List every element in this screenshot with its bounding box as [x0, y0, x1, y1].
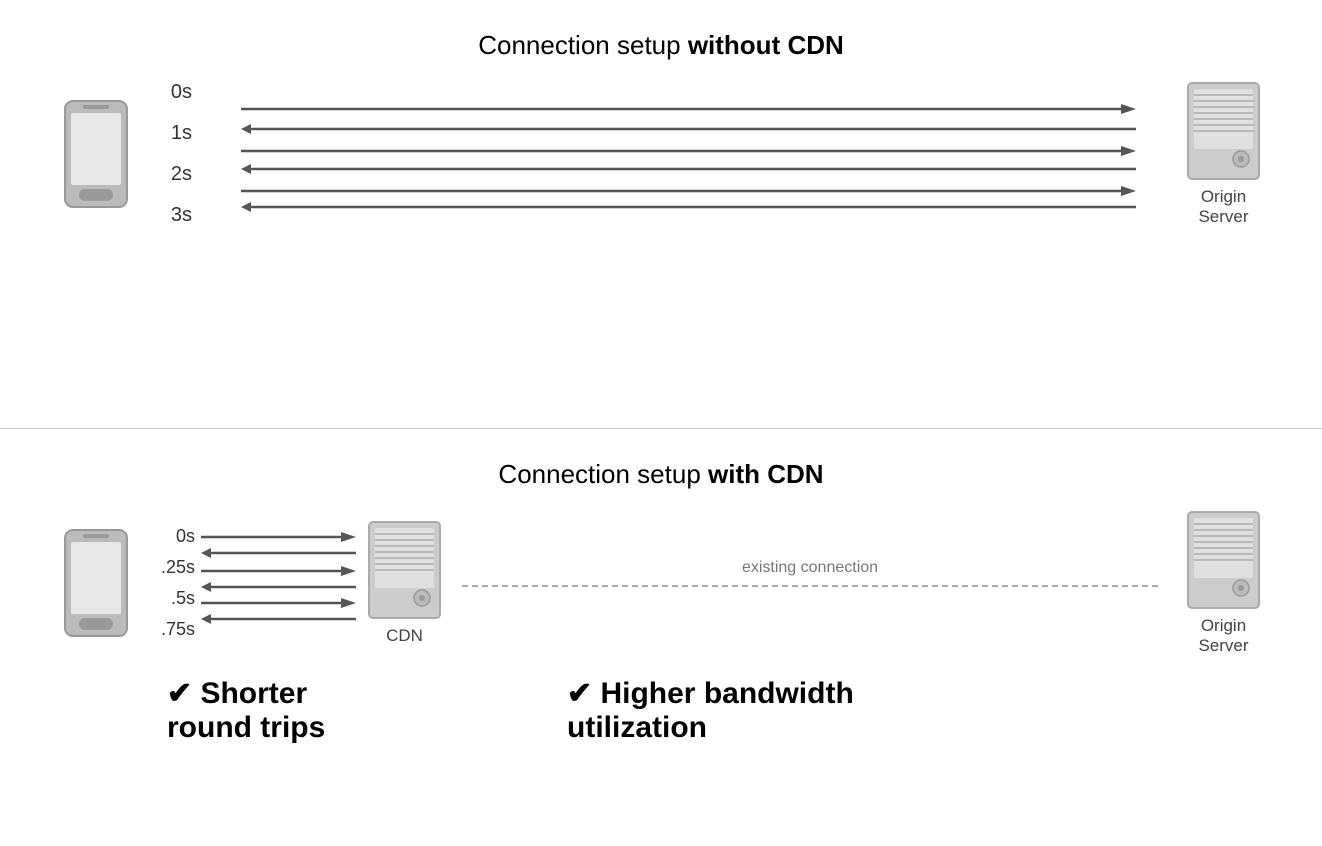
existing-connection-label: existing connection	[742, 559, 878, 577]
bottom-diagram-row: 0s .25s .5s .75s	[61, 510, 1261, 656]
origin-server-label-bottom: Origin Server	[1198, 616, 1248, 656]
server-icon-top	[1186, 81, 1261, 181]
phone-icon-top	[61, 99, 131, 209]
benefit-shorter-trips: ✔ Shorterround trips	[147, 666, 447, 755]
phone-wrapper-bottom	[61, 528, 131, 638]
phone-wrapper-top	[61, 99, 131, 209]
benefit-higher-bandwidth: ✔ Higher bandwidthutilization	[547, 666, 874, 755]
bottom-title-bold: with CDN	[708, 459, 824, 489]
dotted-line	[462, 585, 1158, 587]
top-time-labels: 0s 1s 2s 3s	[147, 81, 192, 227]
existing-connection-area: existing connection	[442, 559, 1178, 587]
origin-server-label-top: Origin Server	[1198, 187, 1248, 227]
phone-icon-bottom	[61, 528, 131, 638]
cdn-time-5s: .5s	[147, 588, 195, 609]
bottom-title: Connection setup with CDN	[498, 459, 823, 490]
benefit2-check: ✔ Higher bandwidthutilization	[567, 677, 854, 744]
origin-server-wrapper-bottom: Origin Server	[1186, 510, 1261, 656]
bottom-title-normal: Connection setup	[498, 459, 708, 489]
top-arrows-svg	[204, 94, 1178, 214]
benefit1-check: ✔ Shorterround trips	[167, 677, 325, 744]
top-title-bold: without CDN	[688, 30, 844, 60]
cdn-label: CDN	[386, 626, 423, 646]
time-label-1s-top: 1s	[147, 122, 192, 145]
cdn-short-arrows-svg	[201, 525, 361, 635]
cdn-time-25s: .25s	[147, 557, 195, 578]
bottom-diagram-section: Connection setup with CDN 0s .25s .5s .7…	[0, 429, 1322, 846]
top-timeline-area: 0s 1s 2s 3s	[147, 81, 1178, 227]
cdn-time-labels: 0s .25s .5s .75s	[147, 526, 195, 640]
top-diagram-section: Connection setup without CDN 0s 1s 2s 3s	[0, 0, 1322, 429]
cdn-server-icon	[367, 520, 442, 620]
top-title-normal: Connection setup	[478, 30, 688, 60]
cdn-time-75s: .75s	[147, 619, 195, 640]
top-diagram-row: 0s 1s 2s 3s	[61, 81, 1261, 227]
cdn-server-wrapper: CDN	[367, 520, 442, 646]
top-arrows-container	[204, 94, 1178, 214]
short-arrows-area	[201, 525, 361, 640]
benefits-row: ✔ Shorterround trips ✔ Higher bandwidthu…	[61, 666, 1261, 755]
cdn-time-0s: 0s	[147, 526, 195, 547]
top-title: Connection setup without CDN	[478, 30, 844, 61]
time-label-0s-top: 0s	[147, 81, 192, 104]
server-icon-bottom	[1186, 510, 1261, 610]
time-label-3s-top: 3s	[147, 204, 192, 227]
time-label-2s-top: 2s	[147, 163, 192, 186]
origin-server-wrapper-top: Origin Server	[1186, 81, 1261, 227]
